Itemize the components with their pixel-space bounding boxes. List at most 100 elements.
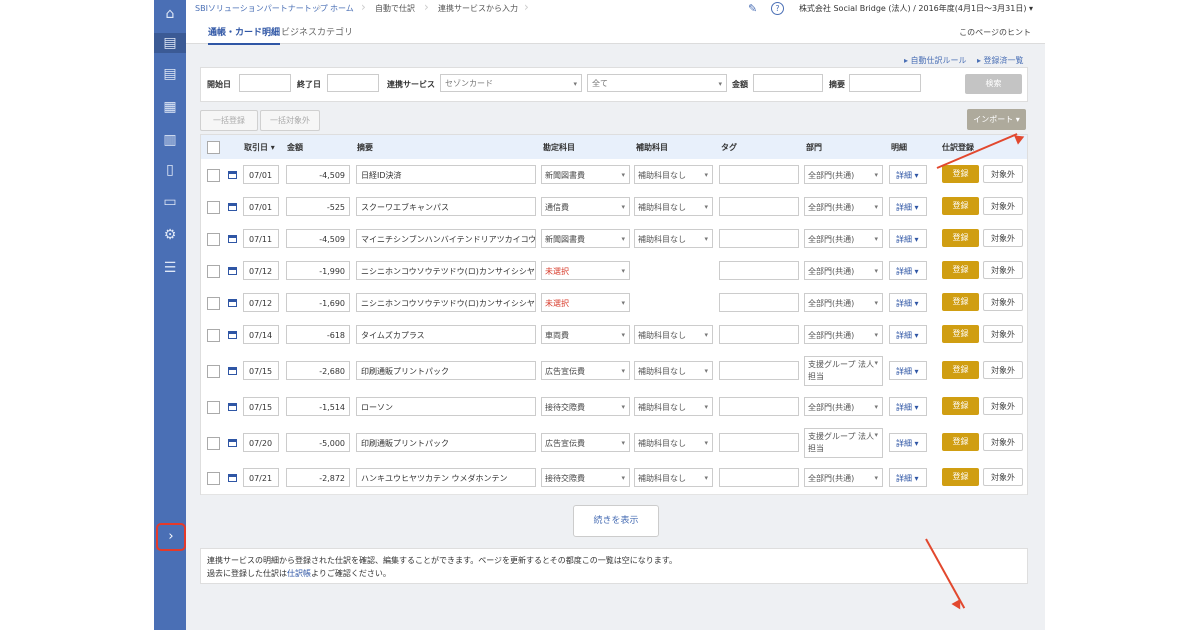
end-date-input[interactable] [327, 74, 379, 92]
row-checkbox[interactable] [207, 233, 220, 246]
date-input[interactable]: 07/12 [243, 293, 279, 312]
department-select[interactable]: 全部門(共通) ▾ [804, 197, 883, 216]
department-select[interactable]: 全部門(共通) ▾ [804, 165, 883, 184]
select-all-checkbox[interactable] [207, 141, 220, 154]
calendar-icon[interactable] [228, 331, 237, 339]
memo-input[interactable]: 日経ID決済 [356, 165, 536, 184]
department-select[interactable]: 全部門(共通) ▾ [804, 397, 883, 416]
tag-input[interactable] [719, 433, 799, 452]
register-button[interactable]: 登録 [942, 468, 979, 486]
register-button[interactable]: 登録 [942, 229, 979, 247]
journal-book-link[interactable]: 仕訳帳 [287, 569, 311, 578]
tag-input[interactable] [719, 197, 799, 216]
memo-input[interactable]: スクーワエブキャンパス [356, 197, 536, 216]
detail-dropdown[interactable]: 詳細 ▾ [889, 261, 927, 280]
detail-dropdown[interactable]: 詳細 ▾ [889, 197, 927, 216]
amount-input[interactable]: -4,509 [286, 165, 350, 184]
exclude-button[interactable]: 対象外 [983, 361, 1023, 379]
amount-input[interactable]: -4,509 [286, 229, 350, 248]
memo-input[interactable] [849, 74, 921, 92]
chart-icon[interactable]: ▥ [160, 130, 180, 150]
tab-statements[interactable]: 通帳・カード明細 [208, 25, 281, 45]
date-input[interactable]: 07/15 [243, 397, 279, 416]
department-select[interactable]: 支援グループ 法人担当 ▾ [804, 356, 883, 386]
register-button[interactable]: 登録 [942, 325, 979, 343]
service-select[interactable]: セゾンカード ▾ [440, 74, 582, 92]
detail-dropdown[interactable]: 詳細 ▾ [889, 468, 927, 487]
register-button[interactable]: 登録 [942, 261, 979, 279]
tag-input[interactable] [719, 397, 799, 416]
date-input[interactable]: 07/15 [243, 361, 279, 380]
account-select[interactable]: 広告宣伝費 ▾ [541, 361, 630, 380]
department-select[interactable]: 全部門(共通) ▾ [804, 261, 883, 280]
department-select[interactable]: 全部門(共通) ▾ [804, 325, 883, 344]
subaccount-select[interactable]: 補助科目なし ▾ [634, 165, 713, 184]
row-checkbox[interactable] [207, 169, 220, 182]
detail-dropdown[interactable]: 詳細 ▾ [889, 293, 927, 312]
row-checkbox[interactable] [207, 265, 220, 278]
notification-icon[interactable]: ✎ [748, 2, 757, 15]
start-date-input[interactable] [239, 74, 291, 92]
date-input[interactable]: 07/01 [243, 165, 279, 184]
col-date-header[interactable]: 取引日 ▾ [244, 142, 275, 153]
type-select[interactable]: 全て ▾ [587, 74, 727, 92]
detail-dropdown[interactable]: 詳細 ▾ [889, 361, 927, 380]
calendar-icon[interactable] [228, 171, 237, 179]
memo-input[interactable]: マイニチシンブンハンバイテンドリアツカイコウト [356, 229, 536, 248]
settings-icon[interactable]: ⚙ [160, 225, 180, 245]
row-checkbox[interactable] [207, 437, 220, 450]
account-select[interactable]: 未選択 ▾ [541, 293, 630, 312]
register-button[interactable]: 登録 [942, 165, 979, 183]
tab-business-category[interactable]: ビジネスカテゴリ [281, 25, 353, 38]
tag-input[interactable] [719, 261, 799, 280]
help-icon[interactable]: ? [771, 2, 784, 15]
row-checkbox[interactable] [207, 472, 220, 485]
amount-input[interactable]: -2,680 [286, 361, 350, 380]
bulk-exclude-button[interactable]: 一括対象外 [260, 110, 320, 131]
breadcrumb-auto-journal[interactable]: 自動で仕訳 [375, 3, 415, 14]
exclude-button[interactable]: 対象外 [983, 468, 1023, 486]
tag-input[interactable] [719, 229, 799, 248]
register-button[interactable]: 登録 [942, 361, 979, 379]
row-checkbox[interactable] [207, 329, 220, 342]
amount-input[interactable]: -5,000 [286, 433, 350, 452]
tag-input[interactable] [719, 361, 799, 380]
import-button[interactable]: インポート ▾ [967, 109, 1026, 130]
account-select[interactable]: 新聞図書費 ▾ [541, 229, 630, 248]
calendar-icon[interactable] [228, 267, 237, 275]
exclude-button[interactable]: 対象外 [983, 229, 1023, 247]
amount-input[interactable]: -1,514 [286, 397, 350, 416]
journal-add-icon[interactable]: ▤ [154, 33, 186, 53]
memo-input[interactable]: 印刷通販プリントパック [356, 361, 536, 380]
show-more-button[interactable]: 続きを表示 [573, 505, 659, 537]
detail-dropdown[interactable]: 詳細 ▾ [889, 397, 927, 416]
memo-input[interactable]: ニシニホンコウソウテツドウ(ロ)カンサイシシヤ [356, 261, 536, 280]
breadcrumb-home[interactable]: ホーム [330, 3, 354, 14]
account-select[interactable]: 接待交際費 ▾ [541, 468, 630, 487]
row-checkbox[interactable] [207, 297, 220, 310]
registered-list-link[interactable]: ▸ 登録済一覧 [977, 55, 1024, 66]
account-select[interactable]: 広告宣伝費 ▾ [541, 433, 630, 452]
amount-input[interactable]: -1,690 [286, 293, 350, 312]
exclude-button[interactable]: 対象外 [983, 433, 1023, 451]
account-select[interactable]: 未選択 ▾ [541, 261, 630, 280]
row-checkbox[interactable] [207, 365, 220, 378]
register-button[interactable]: 登録 [942, 397, 979, 415]
account-select[interactable]: 接待交際費 ▾ [541, 397, 630, 416]
subaccount-select[interactable]: 補助科目なし ▾ [634, 197, 713, 216]
tag-input[interactable] [719, 293, 799, 312]
sidebar-expand-button[interactable]: › [156, 523, 186, 551]
subaccount-select[interactable]: 補助科目なし ▾ [634, 361, 713, 380]
memo-input[interactable]: ハンキユウヒヤツカテン ウメダホンテン [356, 468, 536, 487]
page-hint-link[interactable]: このページのヒント [959, 27, 1031, 38]
memo-input[interactable]: ローソン [356, 397, 536, 416]
exclude-button[interactable]: 対象外 [983, 165, 1023, 183]
amount-input[interactable]: -2,872 [286, 468, 350, 487]
memo-input[interactable]: ニシニホンコウソウテツドウ(ロ)カンサイシシヤ [356, 293, 536, 312]
exclude-button[interactable]: 対象外 [983, 325, 1023, 343]
account-select[interactable]: 通信費 ▾ [541, 197, 630, 216]
date-input[interactable]: 07/12 [243, 261, 279, 280]
department-select[interactable]: 全部門(共通) ▾ [804, 229, 883, 248]
tag-input[interactable] [719, 325, 799, 344]
exclude-button[interactable]: 対象外 [983, 397, 1023, 415]
